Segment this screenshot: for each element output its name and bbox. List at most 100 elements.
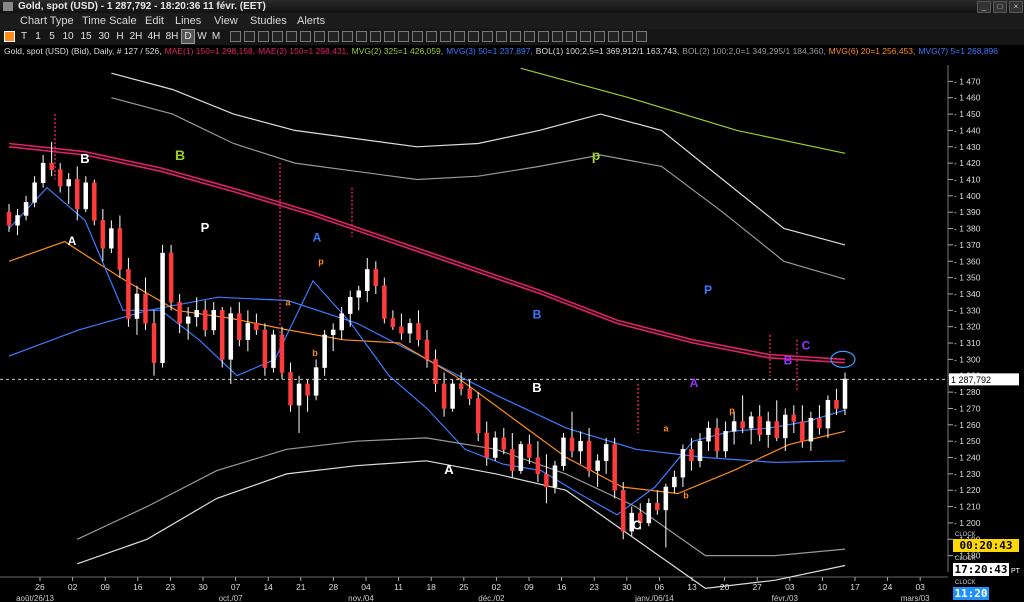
wave-annotation: p xyxy=(729,405,735,415)
fibonacci-icon[interactable] xyxy=(328,31,339,42)
menu-lines[interactable]: Lines xyxy=(175,14,201,28)
menu-time-scale[interactable]: Time Scale xyxy=(82,14,137,28)
close-button[interactable]: × xyxy=(1009,1,1023,13)
trend-line-icon[interactable] xyxy=(272,31,283,42)
candle-body xyxy=(535,457,541,475)
rectangle-tool-icon[interactable] xyxy=(370,31,381,42)
interval-15[interactable]: 15 xyxy=(78,30,94,43)
template-icon[interactable] xyxy=(594,31,605,42)
menu-view[interactable]: View xyxy=(214,14,238,28)
wave-annotation: a xyxy=(285,297,291,307)
speed-lines-icon[interactable] xyxy=(454,31,465,42)
x-month-label: mars/03 xyxy=(901,594,930,602)
settings-icon[interactable] xyxy=(636,31,647,42)
arc-icon[interactable] xyxy=(482,31,493,42)
candle-body xyxy=(467,388,472,399)
candle-body xyxy=(365,269,370,291)
y-tick-label: - 1 370 xyxy=(954,240,981,250)
ellipse-tool-icon[interactable] xyxy=(384,31,395,42)
pitchfork-icon[interactable] xyxy=(398,31,409,42)
horizontal-line-icon[interactable] xyxy=(286,31,297,42)
marker-icon[interactable] xyxy=(538,31,549,42)
y-tick-label: - 1 470 xyxy=(954,76,981,86)
y-tick-label: - 1 390 xyxy=(954,207,981,217)
candle-body xyxy=(672,476,677,488)
pattern-icon[interactable] xyxy=(510,31,521,42)
magnet-icon[interactable] xyxy=(580,31,591,42)
candle-body xyxy=(117,228,123,270)
legend-mvg2: MVG(2) 325=1 426,059, xyxy=(351,46,444,56)
series-line-mvg-2-325 xyxy=(520,67,846,154)
candle-body xyxy=(143,293,148,324)
series-line-bol-2-lower xyxy=(76,437,846,557)
print-icon[interactable] xyxy=(608,31,619,42)
zoom-out-icon[interactable] xyxy=(258,31,269,42)
x-tick-label: 09 xyxy=(100,582,110,592)
y-tick-label: - 1 210 xyxy=(954,502,981,512)
vertical-line-icon[interactable] xyxy=(300,31,311,42)
candle-body xyxy=(697,440,703,462)
measure-icon[interactable] xyxy=(524,31,535,42)
channel-icon[interactable] xyxy=(314,31,325,42)
candle-body xyxy=(817,418,822,429)
candle-body xyxy=(271,334,276,368)
candle-body xyxy=(305,383,310,396)
interval-4h[interactable]: 4H xyxy=(146,30,162,43)
x-tick-label: 17 xyxy=(850,582,860,592)
menu-alerts[interactable]: Alerts xyxy=(297,14,325,28)
candle-body xyxy=(791,414,797,422)
interval-8h[interactable]: 8H xyxy=(164,30,180,43)
y-tick-label: - 1 280 xyxy=(954,387,981,397)
interval-w[interactable]: W xyxy=(196,30,208,43)
save-icon[interactable] xyxy=(622,31,633,42)
gann-icon[interactable] xyxy=(412,31,423,42)
menu-chart-type[interactable]: Chart Type xyxy=(20,14,74,28)
candle-body xyxy=(126,269,131,319)
candle-body xyxy=(177,301,182,324)
regression-icon[interactable] xyxy=(440,31,451,42)
lock-icon[interactable] xyxy=(566,31,577,42)
interval-30[interactable]: 30 xyxy=(96,30,112,43)
candle-body xyxy=(134,293,140,319)
chart-legend: Gold, spot (USD) (Bid), Daily, # 127 / 5… xyxy=(4,45,1004,57)
text-tool-icon[interactable] xyxy=(342,31,353,42)
wave-icon[interactable] xyxy=(496,31,507,42)
candle-body xyxy=(356,290,362,298)
wave-annotation: B xyxy=(532,380,541,395)
menu-studies[interactable]: Studies xyxy=(250,14,287,28)
cycle-lines-icon[interactable] xyxy=(426,31,437,42)
candle-body xyxy=(382,285,387,319)
delete-drawings-icon[interactable] xyxy=(552,31,563,42)
interval-t[interactable]: T xyxy=(18,30,30,43)
y-tick-label: - 1 400 xyxy=(954,191,981,201)
y-tick-label: - 1 320 xyxy=(954,322,981,332)
interval-5[interactable]: 5 xyxy=(46,30,58,43)
candle-body xyxy=(40,162,46,184)
crosshair-icon[interactable] xyxy=(230,31,241,42)
x-tick-label: 23 xyxy=(589,582,599,592)
menu-edit[interactable]: Edit xyxy=(145,14,164,28)
interval-h[interactable]: H xyxy=(114,30,126,43)
title-bar: Gold, spot (USD) - 1 287,792 - 18:20:36 … xyxy=(0,0,1024,14)
interval-2h[interactable]: 2H xyxy=(128,30,144,43)
interval-1[interactable]: 1 xyxy=(32,30,44,43)
arrow-tool-icon[interactable] xyxy=(356,31,367,42)
price-chart[interactable]: - 1 470 - 1 460 - 1 450 - 1 440 - 1 430 - 1 4… xyxy=(0,57,1024,602)
candle-body xyxy=(151,323,157,363)
bar-chart-icon[interactable] xyxy=(4,31,15,42)
interval-d[interactable]: D xyxy=(181,29,195,44)
clock-panel: CLOCK 00:20:43 CLOCK 17:20:43 PT CLOCK 1… xyxy=(953,532,1023,602)
candle-body xyxy=(612,444,617,491)
x-tick-label: 09 xyxy=(524,582,534,592)
y-tick-label: - 1 430 xyxy=(954,142,981,152)
x-tick-label: 02 xyxy=(68,582,78,592)
candle-body xyxy=(313,367,319,396)
interval-10[interactable]: 10 xyxy=(60,30,76,43)
minimize-button[interactable]: _ xyxy=(977,1,991,13)
zoom-in-icon[interactable] xyxy=(244,31,255,42)
maximize-button[interactable]: □ xyxy=(993,1,1007,13)
fan-icon[interactable] xyxy=(468,31,479,42)
wave-annotation: b xyxy=(312,348,318,358)
interval-m[interactable]: M xyxy=(210,30,222,43)
x-tick-label: 30 xyxy=(198,582,208,592)
